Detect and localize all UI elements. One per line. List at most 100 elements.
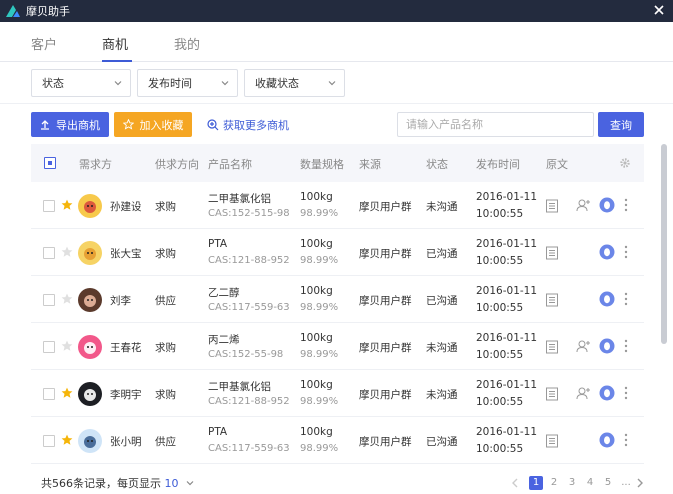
product-cas: CAS:121-88-952 bbox=[208, 396, 290, 407]
source: 摩贝用户群 bbox=[359, 389, 412, 401]
gear-icon[interactable] bbox=[619, 157, 631, 169]
star-empty-icon[interactable] bbox=[61, 293, 73, 305]
tab-mine[interactable]: 我的 bbox=[174, 34, 200, 53]
qq-chat-icon[interactable] bbox=[599, 291, 615, 307]
tab-opportunities[interactable]: 商机 bbox=[102, 34, 128, 53]
product-name: 丙二烯 bbox=[208, 334, 240, 346]
star-filled-icon[interactable] bbox=[61, 387, 73, 399]
publish-time-select[interactable]: 发布时间 bbox=[137, 69, 238, 97]
avatar bbox=[78, 194, 102, 218]
more-vertical-icon[interactable] bbox=[624, 386, 628, 400]
product-search-input[interactable] bbox=[397, 112, 594, 137]
page-button[interactable]: 3 bbox=[565, 476, 579, 490]
qq-chat-icon[interactable] bbox=[599, 385, 615, 401]
document-icon[interactable] bbox=[545, 434, 559, 448]
get-more-link[interactable]: 获取更多商机 bbox=[207, 117, 289, 133]
search-plus-icon bbox=[207, 119, 219, 131]
get-more-link-label: 获取更多商机 bbox=[223, 119, 289, 132]
fav-status-select[interactable]: 收藏状态 bbox=[244, 69, 345, 97]
product-name: PTA bbox=[208, 238, 228, 250]
col-demand: 需求方 bbox=[79, 158, 112, 171]
qq-chat-icon[interactable] bbox=[599, 432, 615, 448]
direction: 求购 bbox=[155, 201, 176, 213]
scrollbar[interactable] bbox=[660, 144, 668, 350]
row-checkbox[interactable] bbox=[43, 247, 55, 259]
purity: 98.99% bbox=[300, 349, 339, 360]
total-records: 共566条记录，每页显示 10 bbox=[41, 475, 194, 491]
table-row[interactable]: 刘李 供应 乙二醇 CAS:117-559-63 100kg 98.99% 摩贝… bbox=[31, 276, 644, 323]
product-name: 二甲基氯化铝 bbox=[208, 193, 271, 205]
star-empty-icon[interactable] bbox=[61, 340, 73, 352]
demand-name: 孙建设 bbox=[110, 201, 142, 213]
pagination-bar: 共566条记录，每页显示 10 1 2 3 4 5... bbox=[0, 472, 673, 494]
col-original: 原文 bbox=[546, 158, 568, 171]
status: 已沟通 bbox=[426, 436, 458, 448]
scrollbar-thumb[interactable] bbox=[661, 144, 667, 344]
select-all-checkbox[interactable] bbox=[44, 157, 56, 169]
qq-chat-icon[interactable] bbox=[599, 338, 615, 354]
qq-chat-icon[interactable] bbox=[599, 197, 615, 213]
table-row[interactable]: 王春花 求购 丙二烯 CAS:152-55-98 100kg 98.99% 摩贝… bbox=[31, 323, 644, 370]
row-checkbox[interactable] bbox=[43, 200, 55, 212]
prev-page-icon[interactable] bbox=[511, 478, 519, 488]
page-button[interactable]: 5 bbox=[601, 476, 615, 490]
avatar-face-icon bbox=[84, 201, 96, 213]
table-row[interactable]: 李明宇 求购 二甲基氯化铝 CAS:121-88-952 100kg 98.99… bbox=[31, 370, 644, 417]
document-icon[interactable] bbox=[545, 340, 559, 354]
source: 摩贝用户群 bbox=[359, 295, 412, 307]
source: 摩贝用户群 bbox=[359, 248, 412, 260]
qq-chat-icon[interactable] bbox=[599, 244, 615, 260]
star-filled-icon[interactable] bbox=[61, 434, 73, 446]
chevron-down-icon bbox=[221, 81, 229, 86]
quantity: 100kg bbox=[300, 332, 333, 344]
next-page-icon[interactable] bbox=[636, 478, 644, 488]
main-tabs: 客户 商机 我的 bbox=[0, 22, 673, 62]
avatar-face-icon bbox=[84, 342, 96, 354]
more-vertical-icon[interactable] bbox=[624, 339, 628, 353]
document-icon[interactable] bbox=[545, 387, 559, 401]
add-contact-icon[interactable] bbox=[576, 198, 592, 212]
export-button[interactable]: 导出商机 bbox=[31, 112, 109, 137]
more-vertical-icon[interactable] bbox=[624, 245, 628, 259]
quantity: 100kg bbox=[300, 379, 333, 391]
add-favorite-button[interactable]: 加入收藏 bbox=[114, 112, 192, 137]
star-filled-icon[interactable] bbox=[61, 199, 73, 211]
page-button[interactable]: 1 bbox=[529, 476, 543, 490]
search-button-label: 查询 bbox=[610, 118, 632, 132]
star-empty-icon[interactable] bbox=[61, 246, 73, 258]
direction: 求购 bbox=[155, 342, 176, 354]
table-row[interactable]: 孙建设 求购 二甲基氯化铝 CAS:152-515-98 100kg 98.99… bbox=[31, 182, 644, 229]
more-vertical-icon[interactable] bbox=[624, 292, 628, 306]
publish-date: 2016-01-11 bbox=[476, 238, 538, 250]
avatar bbox=[78, 288, 102, 312]
search-button[interactable]: 查询 bbox=[598, 112, 644, 137]
row-checkbox[interactable] bbox=[43, 435, 55, 447]
document-icon[interactable] bbox=[545, 199, 559, 213]
more-vertical-icon[interactable] bbox=[624, 198, 628, 212]
source: 摩贝用户群 bbox=[359, 201, 412, 213]
row-checkbox[interactable] bbox=[43, 341, 55, 353]
page-button[interactable]: 2 bbox=[547, 476, 561, 490]
add-favorite-button-label: 加入收藏 bbox=[139, 118, 184, 132]
close-button[interactable] bbox=[651, 2, 667, 18]
page-button[interactable]: 4 bbox=[583, 476, 597, 490]
status: 已沟通 bbox=[426, 295, 458, 307]
demand-name: 王春花 bbox=[110, 342, 142, 354]
chevron-down-icon[interactable] bbox=[186, 479, 194, 487]
more-vertical-icon[interactable] bbox=[624, 433, 628, 447]
table-row[interactable]: 张大宝 求购 PTA CAS:121-88-952 100kg 98.99% 摩… bbox=[31, 229, 644, 276]
col-time: 发布时间 bbox=[476, 158, 520, 171]
table-row[interactable]: 张小明 供应 PTA CAS:117-559-63 100kg 98.99% 摩… bbox=[31, 417, 644, 464]
status-select[interactable]: 状态 bbox=[31, 69, 131, 97]
add-contact-icon[interactable] bbox=[576, 386, 592, 400]
document-icon[interactable] bbox=[545, 246, 559, 260]
direction: 求购 bbox=[155, 389, 176, 401]
add-contact-icon[interactable] bbox=[576, 339, 592, 353]
row-checkbox[interactable] bbox=[43, 294, 55, 306]
tab-customers[interactable]: 客户 bbox=[31, 34, 57, 53]
publish-time: 10:00:55 bbox=[476, 255, 524, 267]
publish-time: 10:00:55 bbox=[476, 349, 524, 361]
document-icon[interactable] bbox=[545, 293, 559, 307]
page-size-select[interactable]: 10 bbox=[165, 477, 179, 490]
row-checkbox[interactable] bbox=[43, 388, 55, 400]
